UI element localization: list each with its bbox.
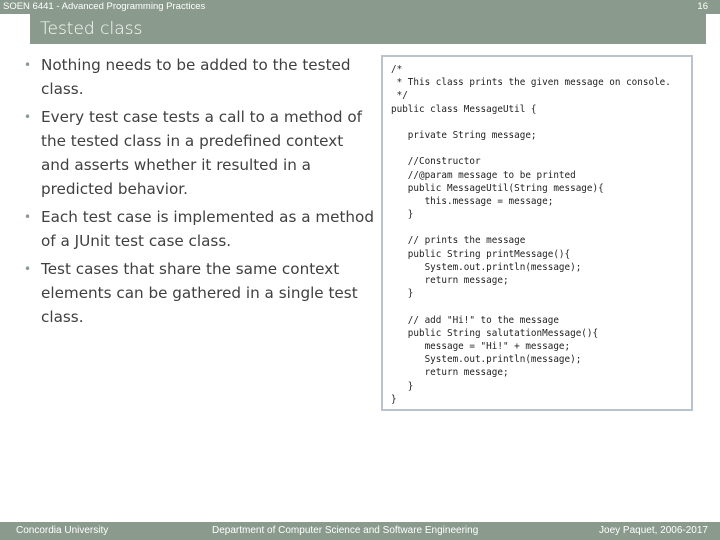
code-line: } — [391, 288, 414, 300]
code-line: */ — [391, 90, 408, 102]
bullet-item: • Test cases that share the same context … — [24, 257, 376, 329]
code-box: /* * This class prints the given message… — [381, 55, 693, 411]
bullet-item: • Each test case is implemented as a meth… — [24, 205, 376, 253]
title-bar: Tested class — [30, 14, 706, 44]
code-line: // add "Hi!" to the message — [391, 314, 559, 326]
bullet-item: • Every test case tests a call to a metho… — [24, 105, 376, 201]
course-title: SOEN 6441 - Advanced Programming Practic… — [3, 1, 206, 12]
bullet-text: Nothing needs to be added to the tested … — [41, 56, 351, 98]
code-line: //@param message to be printed — [391, 169, 576, 181]
bullet-list: • Nothing needs to be added to the tested… — [24, 53, 376, 333]
bullet-dot-icon: • — [24, 210, 32, 224]
bullet-item: • Nothing needs to be added to the tested… — [24, 53, 376, 101]
code-listing: /* * This class prints the given message… — [391, 63, 671, 406]
code-line: } — [391, 380, 414, 392]
footer-author: Joey Paquet, 2006-2017 — [599, 525, 708, 536]
code-line: return message; — [391, 367, 509, 379]
code-line: public MessageUtil(String message){ — [391, 182, 604, 194]
code-line: } — [391, 393, 397, 405]
code-line: /* — [391, 64, 403, 75]
slide-title: Tested class — [40, 19, 143, 39]
bullet-text: Every test case tests a call to a method… — [41, 108, 363, 198]
page-number: 16 — [697, 1, 708, 12]
footer-bar: Concordia University Department of Compu… — [0, 522, 720, 540]
code-line: //Constructor — [391, 156, 481, 168]
code-line: } — [391, 209, 414, 221]
code-line: public class MessageUtil { — [391, 103, 537, 115]
bullet-dot-icon: • — [24, 110, 32, 124]
code-line: System.out.println(message); — [391, 261, 582, 273]
code-line: * This class prints the given message on… — [391, 77, 671, 89]
top-bar: SOEN 6441 - Advanced Programming Practic… — [0, 0, 720, 14]
code-line: // prints the message — [391, 235, 526, 247]
bullet-text: Each test case is implemented as a metho… — [41, 208, 374, 250]
bullet-text: Test cases that share the same context e… — [41, 260, 358, 326]
code-line: return message; — [391, 275, 509, 286]
code-line: private String message; — [391, 129, 537, 141]
code-line: public String printMessage(){ — [391, 248, 571, 260]
bullet-dot-icon: • — [24, 58, 32, 72]
code-line: public String salutationMessage(){ — [391, 327, 599, 339]
code-line: System.out.println(message); — [391, 354, 582, 366]
footer-department: Department of Computer Science and Softw… — [212, 525, 479, 536]
bullet-dot-icon: • — [24, 262, 32, 276]
code-line: message = "Hi!" + message; — [391, 340, 571, 352]
footer-university: Concordia University — [16, 525, 109, 536]
code-line: this.message = message; — [391, 195, 554, 207]
